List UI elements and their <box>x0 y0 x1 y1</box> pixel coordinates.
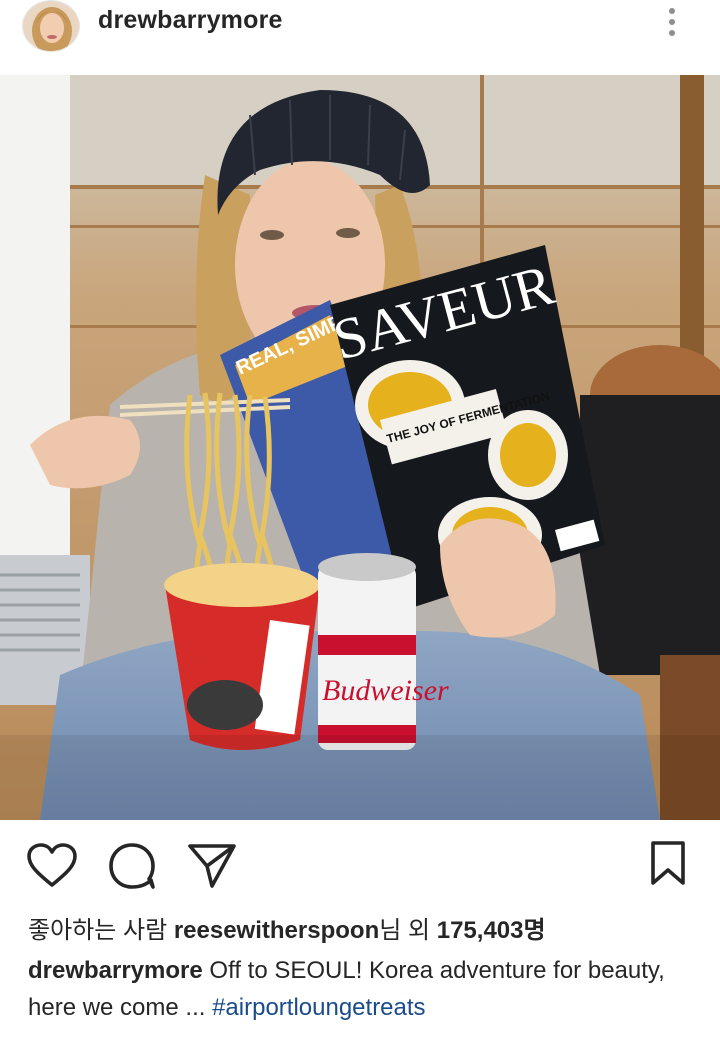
comment-button[interactable] <box>106 842 158 890</box>
can-brand: Budweiser <box>322 674 449 707</box>
likes-summary[interactable]: 좋아하는 사람 reesewitherspoon님 외 175,403명 <box>28 910 546 945</box>
more-dot <box>669 30 675 36</box>
save-button[interactable] <box>646 840 690 888</box>
more-options-button[interactable] <box>658 4 686 40</box>
likes-middle: 님 외 <box>379 917 437 944</box>
share-button[interactable] <box>186 842 238 890</box>
caption-username[interactable]: drewbarrymore <box>28 957 203 984</box>
comment-icon <box>109 843 155 889</box>
more-vertical-icon <box>669 8 675 14</box>
heart-icon <box>27 843 77 887</box>
photo-illustration: REAL, SIMPLE SAVEUR THE JOY OF FERMENTAT… <box>0 75 720 820</box>
post-header: drewbarrymore <box>0 0 720 56</box>
post-photo[interactable]: REAL, SIMPLE SAVEUR THE JOY OF FERMENTAT… <box>0 75 720 820</box>
post-caption: drewbarrymore Off to SEOUL! Korea advent… <box>28 952 698 1026</box>
likes-prefix: 좋아하는 사람 <box>28 917 174 944</box>
post-username[interactable]: drewbarrymore <box>98 6 283 35</box>
more-dot <box>669 19 675 25</box>
liked-by-user[interactable]: reesewitherspoon <box>174 917 379 944</box>
like-button[interactable] <box>26 842 78 890</box>
likes-count[interactable]: 175,403 <box>437 917 524 944</box>
avatar[interactable] <box>22 0 80 52</box>
likes-suffix: 명 <box>523 917 546 944</box>
send-icon <box>188 844 236 888</box>
caption-hashtag[interactable]: #airportloungetreats <box>212 994 425 1021</box>
bookmark-icon <box>651 841 685 885</box>
